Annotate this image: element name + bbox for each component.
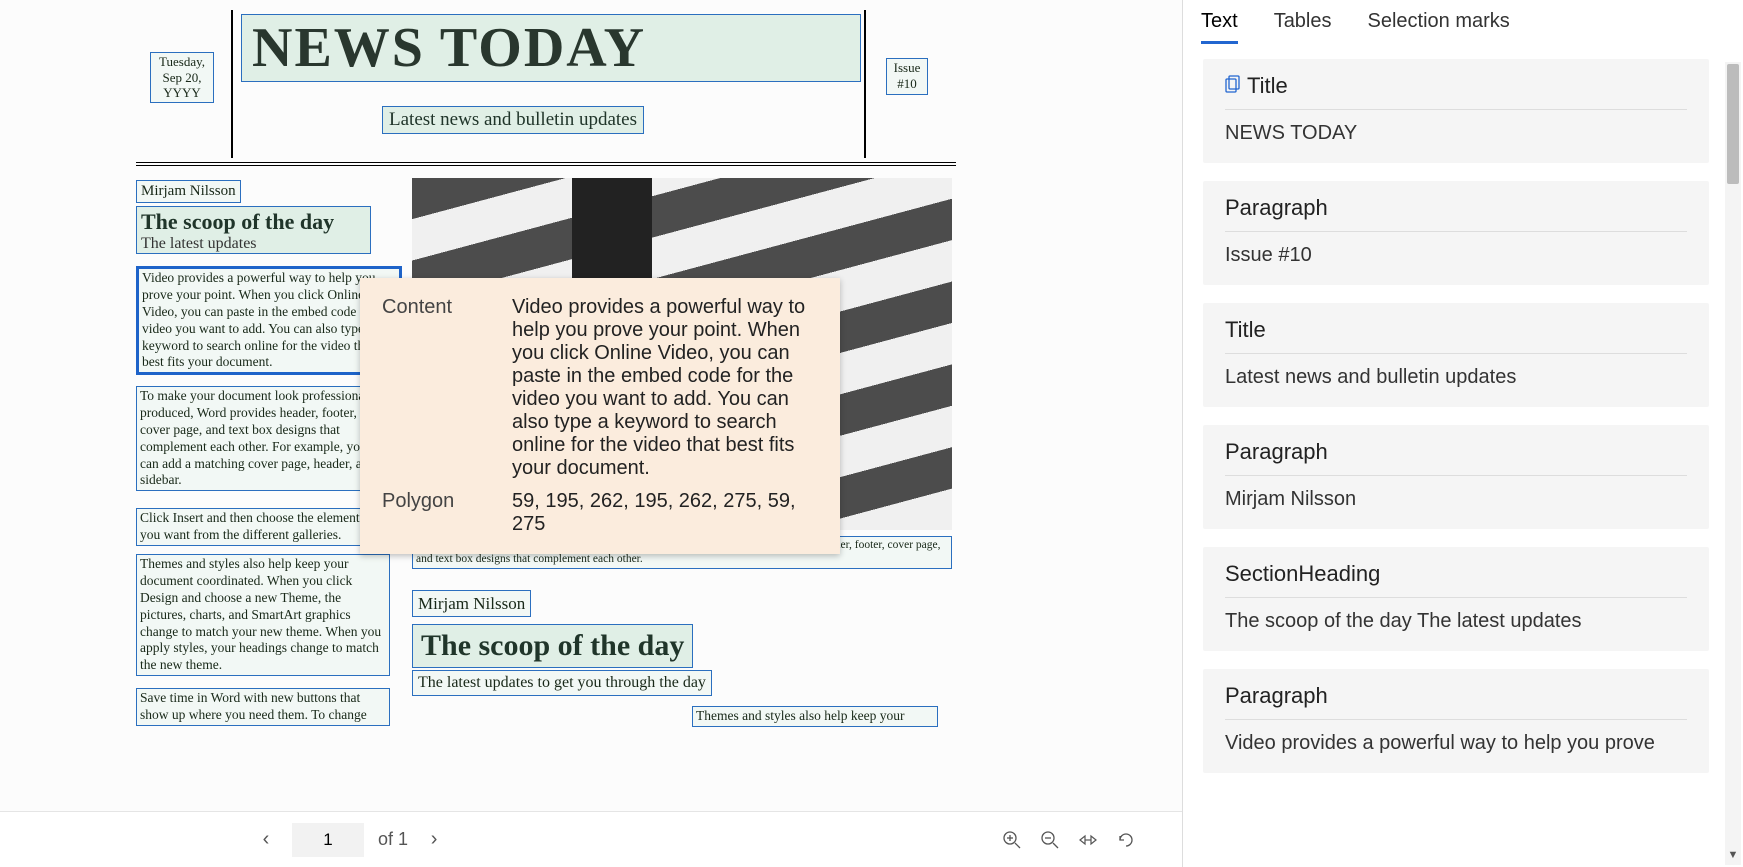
result-value: Mirjam Nilsson [1225, 488, 1687, 511]
result-card[interactable]: Paragraph Mirjam Nilsson [1203, 425, 1709, 529]
tabs: Text Tables Selection marks [1183, 0, 1743, 45]
document-pane: Tuesday, Sep 20, YYYY NEWS TODAY Issue #… [0, 0, 1183, 867]
heading-2[interactable]: The scoop of the day [412, 624, 693, 668]
tab-selection-marks[interactable]: Selection marks [1368, 10, 1510, 44]
result-value: Video provides a powerful way to help yo… [1225, 732, 1687, 755]
zoom-in-icon[interactable] [1000, 828, 1024, 852]
subtitle[interactable]: Latest news and bulletin updates [382, 106, 644, 134]
content-tooltip: Content Video provides a powerful way to… [360, 278, 840, 554]
result-value: Latest news and bulletin updates [1225, 366, 1687, 389]
document-scroll[interactable]: Tuesday, Sep 20, YYYY NEWS TODAY Issue #… [0, 0, 1182, 811]
issue-box[interactable]: Issue #10 [886, 58, 928, 95]
result-type: Paragraph [1225, 683, 1687, 720]
page-total: of 1 [378, 829, 408, 850]
result-card[interactable]: Title Latest news and bulletin updates [1203, 303, 1709, 407]
date-box[interactable]: Tuesday, Sep 20, YYYY [150, 52, 214, 103]
scrollbar[interactable]: ▲ ▼ [1725, 62, 1741, 865]
zoom-out-icon[interactable] [1038, 828, 1062, 852]
result-card[interactable]: Title NEWS TODAY [1203, 59, 1709, 163]
author-1[interactable]: Mirjam Nilsson [136, 180, 241, 203]
result-type: SectionHeading [1225, 561, 1687, 598]
pager-bar: ‹ of 1 › [0, 811, 1182, 867]
result-card[interactable]: Paragraph Video provides a powerful way t… [1203, 669, 1709, 773]
result-value: The scoop of the day The latest updates [1225, 610, 1687, 633]
paragraph-3[interactable]: Click Insert and then choose the element… [136, 508, 390, 546]
fit-width-icon[interactable] [1076, 828, 1100, 852]
heading-1: The scoop of the day [141, 209, 366, 235]
result-type: Paragraph [1225, 195, 1687, 232]
section-heading-1[interactable]: The scoop of the day The latest updates [136, 206, 371, 254]
tooltip-content-value: Video provides a powerful way to help yo… [512, 296, 818, 480]
paragraph-2[interactable]: To make your document look professionall… [136, 386, 390, 491]
results-list[interactable]: Title NEWS TODAY Paragraph Issue #10 Title La… [1183, 45, 1743, 867]
tab-tables[interactable]: Tables [1274, 10, 1332, 44]
results-pane: Text Tables Selection marks Title NEWS TO… [1183, 0, 1743, 867]
tooltip-polygon-label: Polygon [382, 490, 512, 536]
heading-1b: The latest updates [141, 235, 366, 253]
result-card[interactable]: SectionHeading The scoop of the day The l… [1203, 547, 1709, 651]
tooltip-polygon-value: 59, 195, 262, 195, 262, 275, 59, 275 [512, 490, 818, 536]
result-value: NEWS TODAY [1225, 122, 1687, 145]
scroll-down-icon[interactable]: ▼ [1725, 849, 1741, 865]
result-type: Title [1225, 73, 1687, 110]
tab-text[interactable]: Text [1201, 10, 1238, 44]
heading-2b[interactable]: The latest updates to get you through th… [412, 670, 712, 696]
result-type: Title [1225, 317, 1687, 354]
author-2[interactable]: Mirjam Nilsson [412, 590, 531, 617]
paragraph-4[interactable]: Themes and styles also help keep your do… [136, 554, 390, 676]
tooltip-content-label: Content [382, 296, 512, 480]
paragraph-5[interactable]: Save time in Word with new buttons that … [136, 688, 390, 726]
scroll-thumb[interactable] [1727, 64, 1739, 184]
result-value: Issue #10 [1225, 244, 1687, 267]
next-page-button[interactable]: › [422, 828, 446, 852]
paragraph-6[interactable]: Themes and styles also help keep your [692, 706, 938, 727]
prev-page-button[interactable]: ‹ [254, 828, 278, 852]
result-card[interactable]: Paragraph Issue #10 [1203, 181, 1709, 285]
result-type: Paragraph [1225, 439, 1687, 476]
copy-icon [1225, 75, 1241, 98]
masthead-title[interactable]: NEWS TODAY [241, 14, 861, 82]
rotate-icon[interactable] [1114, 828, 1138, 852]
page-input[interactable] [292, 823, 364, 857]
